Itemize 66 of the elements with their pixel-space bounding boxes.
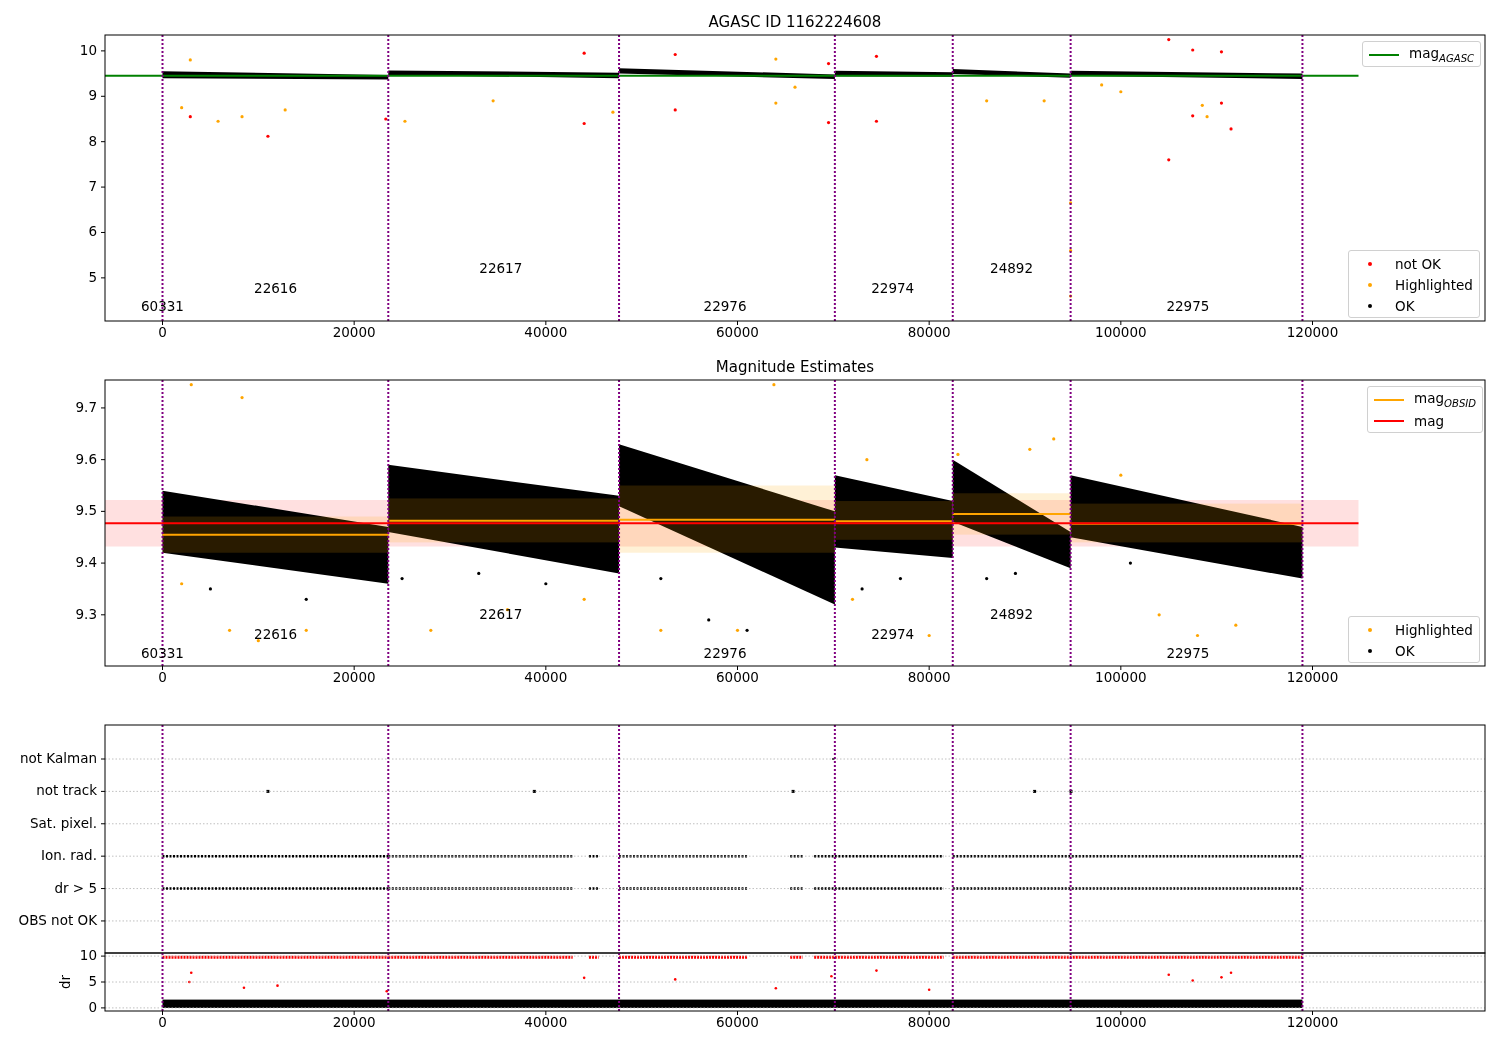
tick-label: 0 <box>158 669 167 685</box>
legend-label: OK <box>1395 297 1415 314</box>
tick-label: 40000 <box>524 1014 568 1030</box>
obsid-label: 24892 <box>990 259 1034 276</box>
tick-label: 40000 <box>524 324 568 340</box>
tick-label: not Kalman <box>19 750 97 766</box>
obsid-label: 24892 <box>990 605 1034 622</box>
tick-label: 9.3 <box>75 605 97 622</box>
tick-label: OBS not OK <box>18 911 97 928</box>
tick-label: 0 <box>158 324 167 340</box>
tick-label: 100000 <box>1095 669 1147 685</box>
tick-label: 100000 <box>1095 324 1147 340</box>
tick-label: 80000 <box>907 1014 951 1030</box>
tick-label: dr > 5 <box>54 879 97 896</box>
tick-label: 120000 <box>1286 324 1339 340</box>
obsid-label: 22975 <box>1166 298 1210 315</box>
tick-label: 9.4 <box>75 554 97 571</box>
tick-label: 9.7 <box>75 398 97 415</box>
obsid-label: 22976 <box>703 644 747 661</box>
tick-label: 8 <box>88 132 97 149</box>
obsid-label: 60331 <box>141 644 184 661</box>
tick-label: 9 <box>88 87 97 104</box>
tick-label: 5 <box>88 973 97 989</box>
chart-title: Magnitude Estimates <box>715 358 875 376</box>
tick-label: 20000 <box>332 669 376 685</box>
obsid-label: 60331 <box>141 298 184 315</box>
tick-label: 10 <box>79 947 97 964</box>
tick-label: Ion. rad. <box>40 847 97 864</box>
tick-label: 7 <box>88 178 97 195</box>
legend-label: Highlighted <box>1395 276 1473 293</box>
tick-label: 60000 <box>716 1014 759 1030</box>
tick-label: 9.5 <box>75 502 97 519</box>
tick-label: 80000 <box>907 324 951 340</box>
obsid-label: 22617 <box>479 259 523 276</box>
tick-label: 60000 <box>716 324 759 340</box>
obsid-label: 22617 <box>479 605 523 622</box>
obsid-label: 22975 <box>1166 644 1210 661</box>
tick-label: 120000 <box>1286 1014 1339 1030</box>
tick-label: not track <box>36 782 97 799</box>
obsid-label: 22976 <box>703 298 747 315</box>
axis-label: dr <box>57 974 73 990</box>
tick-label: 100000 <box>1095 1014 1147 1030</box>
tick-label: 6 <box>88 223 97 240</box>
legend-label: Highlighted <box>1395 621 1473 638</box>
tick-label: 5 <box>88 268 97 285</box>
tick-label: 10 <box>79 41 97 58</box>
tick-label: 80000 <box>907 669 951 685</box>
legend-label: not OK <box>1395 255 1441 272</box>
obsid-label: 22974 <box>871 626 915 643</box>
tick-label: 20000 <box>332 324 376 340</box>
tick-label: 0 <box>158 1014 167 1030</box>
obsid-label: 22616 <box>254 280 298 297</box>
tick-label: Sat. pixel. <box>30 814 97 831</box>
chart-title: AGASC ID 1162224608 <box>708 13 882 31</box>
obsid-label: 22616 <box>254 626 298 643</box>
tick-label: 40000 <box>524 669 568 685</box>
tick-label: 9.6 <box>75 450 97 467</box>
tick-label: 20000 <box>332 1014 376 1030</box>
tick-label: 60000 <box>716 669 759 685</box>
obsid-label: 22974 <box>871 280 915 297</box>
legend-label: OK <box>1395 642 1415 659</box>
legend-label: mag <box>1414 412 1444 429</box>
legend-label: mag$_{AGASC}$ <box>1409 45 1475 64</box>
tick-label: 120000 <box>1286 669 1339 685</box>
tick-label: 0 <box>88 998 97 1015</box>
legend-label: mag$_{OBSID}$ <box>1414 390 1477 409</box>
